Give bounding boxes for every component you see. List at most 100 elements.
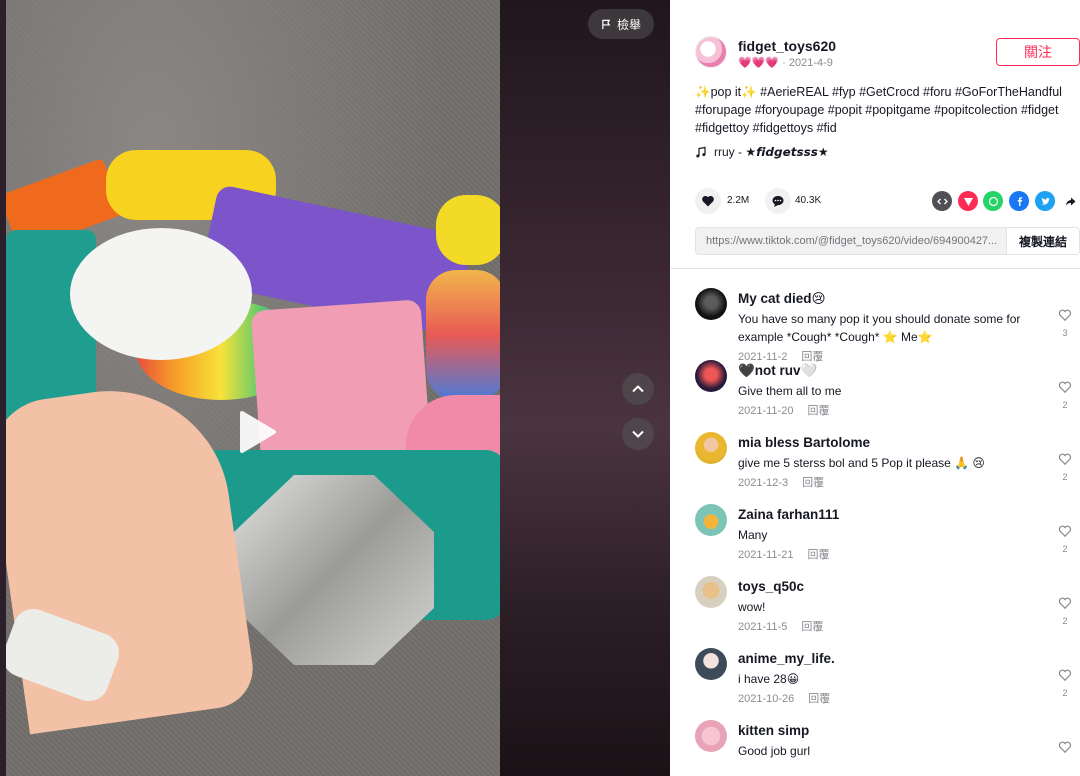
flag-icon <box>602 19 611 29</box>
comment-like-count: 2 <box>1062 688 1068 698</box>
commenter-username[interactable]: mia bless Bartolome <box>738 435 870 450</box>
music-title[interactable]: rruy - ★𝙛𝙞𝙙𝙜𝙚𝙩𝙨𝙨𝙨★ <box>714 145 829 159</box>
commenter-avatar[interactable] <box>695 360 727 392</box>
comment-text: wow! <box>738 600 766 614</box>
comment-text: Give them all to me <box>738 384 842 398</box>
embed-icon[interactable] <box>932 191 952 211</box>
comment-item: 🖤not ruv🤍 Give them all to me 2021-11-20… <box>695 360 1080 432</box>
comment-like-count: 2 <box>1062 472 1068 482</box>
comment-list[interactable]: My cat died😢 You have so many pop it you… <box>695 288 1080 776</box>
commenter-username[interactable]: toys_q50c <box>738 579 804 594</box>
toy-yellow-right <box>436 195 500 265</box>
author-avatar[interactable] <box>695 36 727 68</box>
commenter-username[interactable]: 🖤not ruv🤍 <box>738 363 817 379</box>
reply-button[interactable]: 回覆 <box>808 693 830 705</box>
engagement-row: 2.2M 40.3K <box>695 188 1080 214</box>
share-more-icon[interactable] <box>1060 191 1080 211</box>
comment-like[interactable] <box>1058 740 1072 759</box>
comment-date: 2021-10-26 <box>738 693 795 705</box>
comment-like[interactable]: 2 <box>1058 596 1072 626</box>
next-video-button[interactable] <box>622 418 654 450</box>
toy-white-circle <box>70 228 252 360</box>
author-subtitle: 💗💗💗 · 2021-4-9 <box>738 56 833 69</box>
comment-meta: 2021-11-20 回覆 <box>738 402 829 418</box>
comment-item: toys_q50c wow! 2021-11-5 回覆 2 <box>695 576 1080 648</box>
facebook-icon[interactable] <box>1009 191 1029 211</box>
video-frame[interactable] <box>6 0 500 776</box>
comment-like[interactable]: 2 <box>1058 668 1072 698</box>
commenter-avatar[interactable] <box>695 288 727 320</box>
comment-meta: 2021-11-21 回覆 <box>738 546 829 562</box>
comment-meta: 2021-11-5 回覆 <box>738 618 823 634</box>
comment-text: i have 28😀 <box>738 672 800 686</box>
send-to-friends-icon[interactable] <box>958 191 978 211</box>
previous-video-button[interactable] <box>622 373 654 405</box>
reply-button[interactable]: 回覆 <box>802 477 824 489</box>
video-link[interactable]: https://www.tiktok.com/@fidget_toys620/v… <box>695 227 1007 255</box>
heart-icon <box>702 196 714 207</box>
video-caption: ✨pop it✨ #AerieREAL #fyp #GetCrocd #foru… <box>695 85 1062 135</box>
comment-text: You have so many pop it you should donat… <box>738 312 1021 344</box>
toy-rainbow-right <box>426 270 500 400</box>
comment-like-count: 2 <box>1062 544 1068 554</box>
commenter-username[interactable]: Zaina farhan111 <box>738 507 839 522</box>
comment-date: 2021-11-5 <box>738 621 788 633</box>
comment-text: Many <box>738 528 768 542</box>
comment-like-count: 2 <box>1062 400 1068 410</box>
chevron-up-icon <box>632 385 644 393</box>
follow-button[interactable]: 關注 <box>996 38 1080 66</box>
heart-outline-icon <box>1058 309 1072 322</box>
comment-item: anime_my_life. i have 28😀 2021-10-26 回覆 2 <box>695 648 1080 720</box>
comment-text: give me 5 sterss bol and 5 Pop it please… <box>738 456 985 470</box>
author-username[interactable]: fidget_toys620 <box>738 38 836 54</box>
whatsapp-icon[interactable] <box>983 191 1003 211</box>
comment-text: Good job gurl <box>738 744 811 758</box>
reply-button[interactable]: 回覆 <box>807 405 829 417</box>
music-info[interactable]: rruy - ★𝙛𝙞𝙙𝙜𝙚𝙩𝙨𝙨𝙨★ <box>695 145 829 159</box>
music-note-icon <box>696 146 706 158</box>
commenter-avatar[interactable] <box>695 432 727 464</box>
commenter-avatar[interactable] <box>695 576 727 608</box>
comment-like[interactable]: 2 <box>1058 524 1072 554</box>
commenter-username[interactable]: kitten simp <box>738 723 809 738</box>
separator: · <box>782 57 789 69</box>
comment-like-count: 3 <box>1062 328 1068 338</box>
comment-like[interactable]: 2 <box>1058 452 1072 482</box>
heart-outline-icon <box>1058 597 1072 610</box>
heart-outline-icon <box>1058 381 1072 394</box>
comment-button[interactable] <box>765 188 791 214</box>
comment-icon <box>772 195 784 207</box>
reply-button[interactable]: 回覆 <box>807 549 829 561</box>
divider <box>670 268 1080 269</box>
comment-meta: 2021-10-26 回覆 <box>738 690 830 706</box>
reply-button[interactable]: 回覆 <box>801 621 823 633</box>
comment-like[interactable]: 2 <box>1058 380 1072 410</box>
commenter-avatar[interactable] <box>695 504 727 536</box>
like-count: 2.2M <box>727 195 750 206</box>
twitter-icon[interactable] <box>1035 191 1055 211</box>
author-info: fidget_toys620 💗💗💗 · 2021-4-9 關注 <box>695 36 1080 72</box>
like-button[interactable] <box>695 188 721 214</box>
commenter-avatar[interactable] <box>695 720 727 752</box>
comment-item: My cat died😢 You have so many pop it you… <box>695 288 1080 363</box>
comment-meta: 2021-12-3 回覆 <box>738 474 824 490</box>
comment-date: 2021-11-20 <box>738 405 794 417</box>
comment-date: 2021-12-3 <box>738 477 789 489</box>
report-label: 檢舉 <box>616 17 641 32</box>
comment-item: kitten simp Good job gurl <box>695 720 1080 776</box>
play-icon[interactable] <box>238 410 278 454</box>
heart-outline-icon <box>1058 669 1072 682</box>
commenter-username[interactable]: My cat died😢 <box>738 291 826 307</box>
comment-like[interactable]: 3 <box>1058 308 1072 338</box>
commenter-username[interactable]: anime_my_life. <box>738 651 835 666</box>
comment-date: 2021-11-21 <box>738 549 794 561</box>
heart-outline-icon <box>1058 525 1072 538</box>
heart-outline-icon <box>1058 741 1072 754</box>
copy-link-row: https://www.tiktok.com/@fidget_toys620/v… <box>695 227 1080 255</box>
commenter-avatar[interactable] <box>695 648 727 680</box>
video-player[interactable]: 檢舉 <box>0 0 670 776</box>
copy-link-button[interactable]: 複製連結 <box>1007 227 1080 255</box>
comment-count: 40.3K <box>795 195 822 206</box>
report-button[interactable]: 檢舉 <box>588 9 654 39</box>
heart-outline-icon <box>1058 453 1072 466</box>
